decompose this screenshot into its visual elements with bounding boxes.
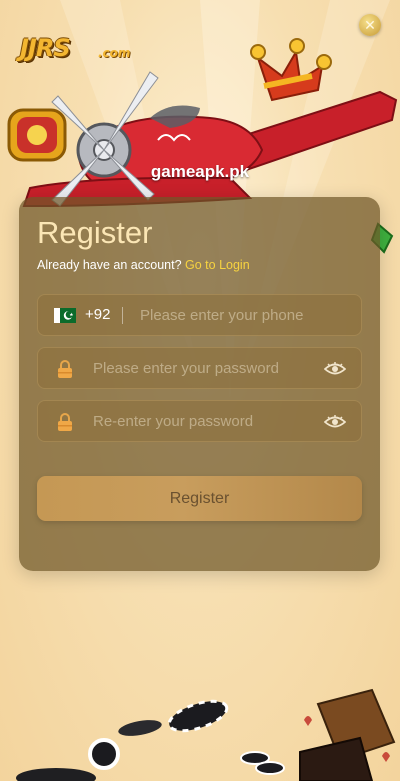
eye-icon[interactable] bbox=[324, 361, 346, 377]
password-field bbox=[37, 347, 362, 389]
confirm-password-field bbox=[37, 400, 362, 442]
confirm-password-input[interactable] bbox=[93, 401, 313, 441]
close-button[interactable]: ✕ bbox=[359, 14, 381, 36]
lock-icon bbox=[58, 360, 72, 378]
field-divider bbox=[122, 307, 123, 324]
register-button[interactable]: Register bbox=[37, 476, 362, 521]
eye-icon[interactable] bbox=[324, 414, 346, 430]
register-card: Register Already have an account? Go to … bbox=[19, 197, 380, 571]
watermark-text: gameapk.pk bbox=[150, 162, 250, 181]
casino-chips-icon bbox=[16, 699, 285, 781]
pakistan-flag-icon[interactable] bbox=[54, 308, 76, 323]
phone-input[interactable] bbox=[140, 295, 350, 335]
page-title: Register bbox=[37, 215, 153, 250]
gold-token-icon bbox=[7, 108, 67, 162]
close-icon: ✕ bbox=[364, 17, 376, 33]
go-to-login-link[interactable]: Go to Login bbox=[185, 258, 250, 272]
brand-logo-suffix: .com bbox=[98, 46, 131, 60]
country-code[interactable]: +92 bbox=[85, 306, 110, 323]
login-prompt: Already have an account? Go to Login bbox=[37, 258, 250, 272]
brand-logo-main: JJRS bbox=[20, 34, 71, 62]
lock-icon bbox=[58, 413, 72, 431]
card-boxes-icon bbox=[299, 688, 396, 781]
password-input[interactable] bbox=[93, 348, 313, 388]
brand-logo: JJRS .com bbox=[20, 32, 150, 66]
have-account-text: Already have an account? bbox=[37, 258, 182, 272]
phone-field: +92 bbox=[37, 294, 362, 336]
